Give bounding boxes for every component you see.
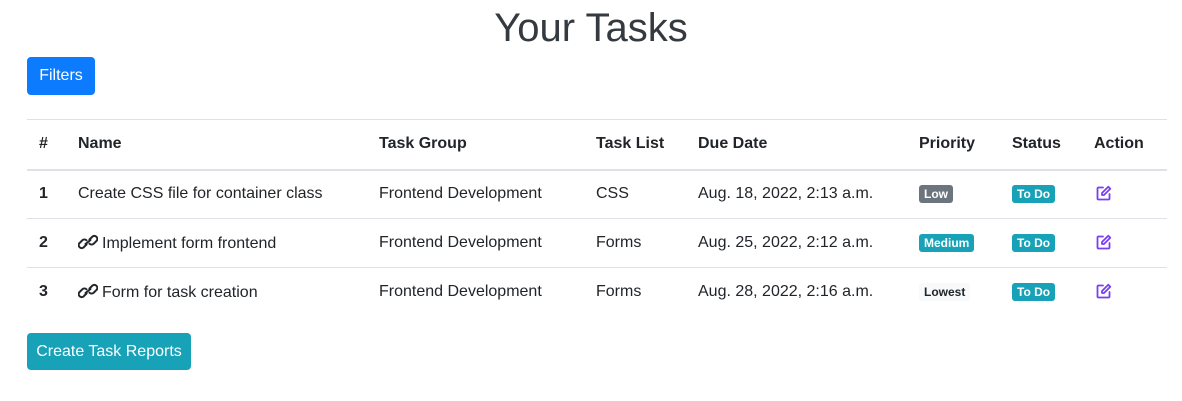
task-group: Frontend Development [379, 185, 542, 203]
link-icon [78, 234, 98, 249]
priority-badge: Low [919, 185, 953, 204]
row-number: 3 [39, 283, 48, 301]
task-name: Form for task creation [102, 283, 258, 301]
link-icon [78, 283, 98, 298]
status-cell: To Do [1000, 219, 1082, 268]
table-row: 1 Create CSS file for container class Fron… [27, 170, 1167, 219]
task-name-cell: Form for task creation [66, 268, 367, 317]
header-action: Action [1094, 135, 1144, 153]
header-task-group: Task Group [379, 135, 467, 153]
task-group: Frontend Development [379, 283, 542, 301]
row-number: 1 [39, 185, 48, 203]
header-task-list: Task List [596, 135, 665, 153]
priority-cell: Low [907, 170, 1000, 219]
task-name: Create CSS file for container class [78, 185, 323, 203]
table-header-row: # Name Task Group Task List Due Date Pri… [27, 119, 1167, 170]
action-cell [1082, 170, 1167, 219]
task-list: CSS [596, 185, 629, 203]
due-date: Aug. 18, 2022, 2:13 a.m. [698, 185, 874, 203]
edit-icon[interactable] [1096, 283, 1112, 299]
status-badge: To Do [1012, 234, 1056, 252]
status-badge: To Do [1012, 185, 1056, 204]
status-cell: To Do [1000, 268, 1082, 317]
due-date: Aug. 28, 2022, 2:16 a.m. [698, 283, 874, 301]
task-name-cell: Create CSS file for container class [66, 170, 367, 219]
task-name-cell: Implement form frontend [66, 219, 367, 268]
page-title: Your Tasks [494, 6, 688, 50]
priority-cell: Lowest [907, 268, 1000, 317]
filters-button[interactable]: Filters [27, 57, 95, 95]
header-priority: Priority [919, 135, 976, 153]
table-row: 2 Implement form frontend Frontend Develop… [27, 219, 1167, 268]
priority-badge: Medium [919, 234, 975, 252]
status-badge: To Do [1012, 283, 1056, 302]
task-name: Implement form frontend [102, 234, 277, 252]
priority-badge: Lowest [919, 283, 971, 302]
tasks-table: # Name Task Group Task List Due Date Pri… [27, 119, 1167, 317]
header-name: Name [78, 135, 122, 153]
header-status: Status [1012, 135, 1061, 153]
task-list: Forms [596, 283, 642, 301]
create-task-reports-button[interactable]: Create Task Reports [27, 333, 191, 370]
status-cell: To Do [1000, 170, 1082, 219]
priority-cell: Medium [907, 219, 1000, 268]
action-cell [1082, 219, 1167, 268]
due-date: Aug. 25, 2022, 2:12 a.m. [698, 234, 874, 251]
header-due-date: Due Date [698, 135, 768, 153]
task-group: Frontend Development [379, 234, 542, 251]
edit-icon[interactable] [1096, 234, 1112, 250]
action-cell [1082, 268, 1167, 317]
table-row: 3 Form for task creation Frontend Developm… [27, 268, 1167, 317]
row-number: 2 [39, 234, 48, 251]
header-number: # [39, 135, 48, 153]
task-list: Forms [596, 234, 642, 251]
edit-icon[interactable] [1096, 185, 1112, 201]
